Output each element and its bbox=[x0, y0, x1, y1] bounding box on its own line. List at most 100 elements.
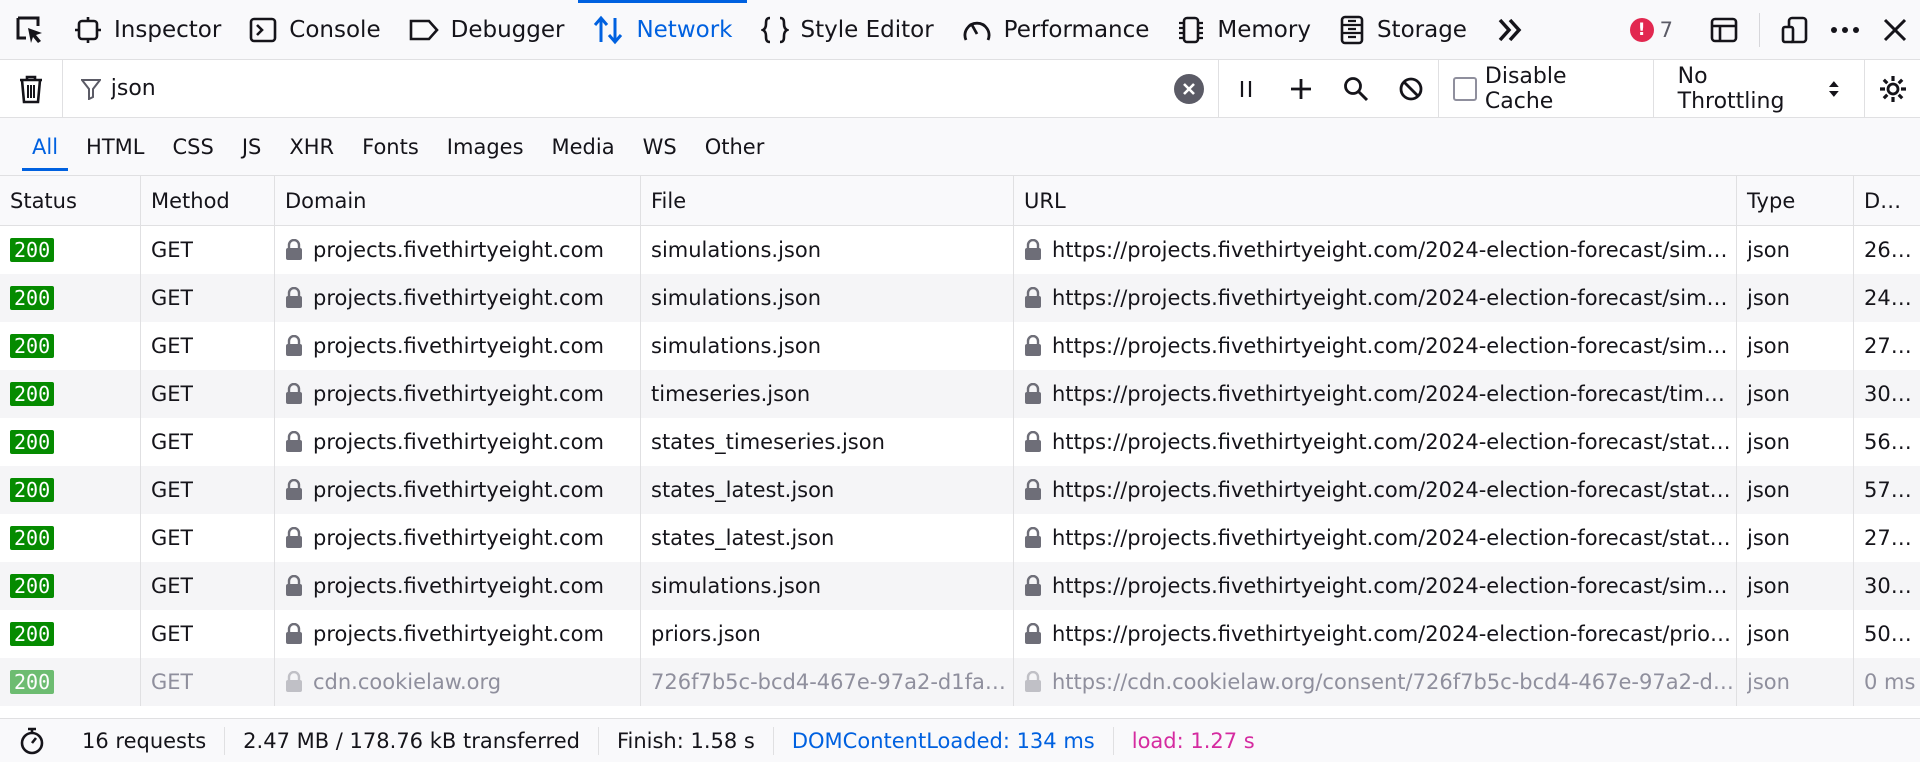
type-filter-css[interactable]: CSS bbox=[162, 127, 223, 167]
tab-style-editor[interactable]: Style Editor bbox=[747, 0, 948, 59]
clear-filter-button[interactable] bbox=[1173, 73, 1204, 104]
method-text: GET bbox=[151, 286, 194, 310]
new-request-button[interactable] bbox=[1274, 60, 1329, 118]
performance-analysis-button[interactable] bbox=[0, 726, 64, 756]
cell-duration: 50… bbox=[1854, 610, 1920, 658]
cell-file: priors.json bbox=[641, 610, 1014, 658]
plus-icon bbox=[1291, 78, 1312, 99]
cell-method: GET bbox=[141, 274, 275, 322]
table-row[interactable]: 200 GET projects.fivethirtyeight.com simula… bbox=[0, 322, 1920, 370]
type-filter-images[interactable]: Images bbox=[437, 127, 534, 167]
lock-icon bbox=[285, 671, 303, 693]
table-row[interactable]: 200 GET projects.fivethirtyeight.com simula… bbox=[0, 562, 1920, 610]
table-row[interactable]: 200 GET projects.fivethirtyeight.com states… bbox=[0, 466, 1920, 514]
element-picker-button[interactable] bbox=[0, 0, 60, 59]
split-console-icon bbox=[1710, 17, 1738, 43]
status-badge: 200 bbox=[10, 478, 55, 502]
column-header-domain[interactable]: Domain bbox=[275, 176, 641, 226]
tab-debugger[interactable]: Debugger bbox=[395, 0, 579, 59]
cell-url: https://projects.fivethirtyeight.com/202… bbox=[1014, 322, 1737, 370]
column-header-status[interactable]: Status bbox=[0, 176, 141, 226]
stopwatch-icon bbox=[20, 727, 44, 754]
error-count-badge[interactable]: ! 7 bbox=[1629, 18, 1673, 42]
cell-type: json bbox=[1737, 226, 1854, 274]
cell-url: https://projects.fivethirtyeight.com/202… bbox=[1014, 562, 1737, 610]
column-header-method[interactable]: Method bbox=[141, 176, 275, 226]
filter-url-input[interactable] bbox=[110, 76, 1111, 101]
type-filter-xhr[interactable]: XHR bbox=[279, 127, 344, 167]
filter-url-box[interactable] bbox=[63, 59, 1219, 118]
lock-icon bbox=[285, 335, 303, 357]
pause-recording-button[interactable] bbox=[1219, 60, 1274, 118]
table-row[interactable]: 200 GET projects.fivethirtyeight.com timese… bbox=[0, 370, 1920, 418]
table-row[interactable]: 200 GET cdn.cookielaw.org 726f7b5c-bcd4-467… bbox=[0, 658, 1920, 706]
url-text: https://projects.fivethirtyeight.com/202… bbox=[1052, 334, 1736, 358]
block-requests-button[interactable] bbox=[1383, 60, 1438, 118]
cell-file: timeseries.json bbox=[641, 370, 1014, 418]
file-text: simulations.json bbox=[651, 574, 822, 598]
lock-icon bbox=[285, 431, 303, 453]
cell-type: json bbox=[1737, 274, 1854, 322]
tab-network[interactable]: Network bbox=[578, 0, 747, 59]
request-type-filters: All HTML CSS JS XHR Fonts Images Media WS Other bbox=[0, 118, 1920, 176]
cell-file: simulations.json bbox=[641, 562, 1014, 610]
domain-text: projects.fivethirtyeight.com bbox=[313, 286, 604, 310]
table-row[interactable]: 200 GET projects.fivethirtyeight.com simula… bbox=[0, 226, 1920, 274]
request-count: 16 requests bbox=[64, 726, 226, 755]
type-filter-html[interactable]: HTML bbox=[76, 127, 154, 167]
search-button[interactable] bbox=[1329, 60, 1384, 118]
tab-storage[interactable]: Storage bbox=[1325, 0, 1481, 59]
lock-icon bbox=[1024, 623, 1042, 645]
tab-label: Memory bbox=[1217, 16, 1311, 43]
type-filter-all[interactable]: All bbox=[22, 127, 69, 171]
tab-inspector[interactable]: Inspector bbox=[60, 0, 235, 59]
table-row[interactable]: 200 GET projects.fivethirtyeight.com states… bbox=[0, 418, 1920, 466]
type-text: json bbox=[1747, 430, 1790, 454]
responsive-design-button[interactable] bbox=[1770, 0, 1820, 60]
clear-requests-button[interactable] bbox=[0, 59, 63, 118]
column-header-duration[interactable]: D… bbox=[1854, 176, 1920, 226]
cell-type: json bbox=[1737, 514, 1854, 562]
column-header-file[interactable]: File bbox=[641, 176, 1014, 226]
cell-method: GET bbox=[141, 610, 275, 658]
cell-duration: 24… bbox=[1854, 274, 1920, 322]
throttling-select[interactable]: No Throttling bbox=[1654, 59, 1866, 118]
url-text: https://projects.fivethirtyeight.com/202… bbox=[1052, 238, 1736, 262]
disable-cache-checkbox[interactable] bbox=[1453, 76, 1477, 101]
more-tools-button[interactable] bbox=[1485, 0, 1535, 60]
disable-cache-label: Disable Cache bbox=[1484, 63, 1567, 114]
load-time: load: 1.27 s bbox=[1131, 728, 1255, 753]
lock-icon bbox=[1024, 287, 1042, 309]
network-settings-button[interactable] bbox=[1865, 60, 1920, 118]
table-row[interactable]: 200 GET projects.fivethirtyeight.com states… bbox=[0, 514, 1920, 562]
toggle-split-console-button[interactable] bbox=[1699, 0, 1749, 60]
column-header-type[interactable]: Type bbox=[1737, 176, 1854, 226]
type-filter-ws[interactable]: WS bbox=[633, 127, 687, 167]
column-header-url[interactable]: URL bbox=[1014, 176, 1737, 226]
type-filter-other[interactable]: Other bbox=[695, 127, 775, 167]
memory-icon bbox=[1177, 15, 1205, 45]
type-filter-fonts[interactable]: Fonts bbox=[352, 127, 429, 167]
type-filter-js[interactable]: JS bbox=[232, 127, 272, 167]
method-text: GET bbox=[151, 670, 194, 694]
disable-cache-toggle[interactable]: Disable Cache bbox=[1438, 59, 1654, 118]
domain-text: projects.fivethirtyeight.com bbox=[313, 622, 604, 646]
type-filter-media[interactable]: Media bbox=[542, 127, 625, 167]
table-row[interactable]: 200 GET projects.fivethirtyeight.com priors… bbox=[0, 610, 1920, 658]
duration-text: 27… bbox=[1864, 334, 1912, 358]
cell-duration: 0 ms bbox=[1854, 658, 1920, 706]
tab-memory[interactable]: Memory bbox=[1163, 0, 1325, 59]
cell-method: GET bbox=[141, 322, 275, 370]
close-devtools-button[interactable] bbox=[1870, 0, 1920, 60]
status-badge: 200 bbox=[10, 334, 55, 358]
tab-label: Performance bbox=[1003, 16, 1150, 43]
method-text: GET bbox=[151, 478, 194, 502]
network-status-bar: 16 requests 2.47 MB / 178.76 kB transfer… bbox=[0, 718, 1920, 762]
toolbox-menu-button[interactable] bbox=[1820, 0, 1870, 60]
tab-performance[interactable]: Performance bbox=[948, 0, 1164, 59]
cell-status: 200 bbox=[0, 418, 141, 466]
table-row[interactable]: 200 GET projects.fivethirtyeight.com simula… bbox=[0, 274, 1920, 322]
tab-console[interactable]: Console bbox=[235, 0, 394, 59]
cell-file: simulations.json bbox=[641, 226, 1014, 274]
lock-icon bbox=[1024, 431, 1042, 453]
